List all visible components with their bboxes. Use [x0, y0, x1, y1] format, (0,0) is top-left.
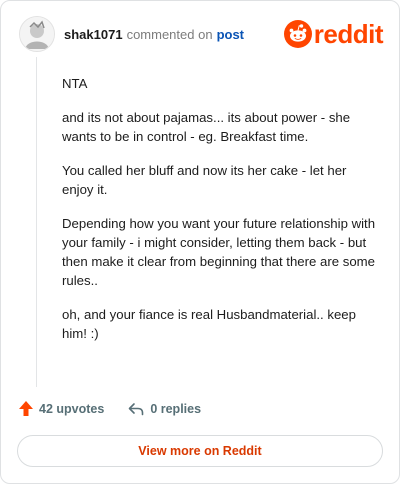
- comment-paragraph: and its not about pajamas... its about p…: [62, 110, 351, 144]
- username[interactable]: shak1071: [64, 27, 123, 42]
- reply-arrow-icon: [129, 402, 144, 415]
- reply-count: 0 replies: [150, 401, 202, 416]
- reddit-wordmark: reddit: [313, 18, 384, 49]
- avatar[interactable]: [19, 16, 55, 52]
- comment-paragraph: oh, and your fiance is real Husbandmater…: [62, 307, 356, 341]
- avatar-icon: [20, 17, 54, 51]
- comment-actions: 42 upvotes 0 replies: [19, 401, 201, 416]
- thread-line: [36, 57, 37, 387]
- upvote-arrow-icon: [19, 401, 33, 416]
- view-more-button[interactable]: View more on Reddit: [17, 435, 383, 467]
- post-link[interactable]: post: [217, 27, 244, 42]
- comment-paragraph: You called her bluff and now its her cak…: [62, 163, 347, 197]
- comment-card: shak1071 commented on post reddit NTA an…: [0, 0, 400, 484]
- action-text: commented on: [126, 26, 213, 42]
- comment-body: NTA and its not about pajamas... its abo…: [62, 74, 380, 358]
- comment-paragraph: Depending how you want your future relat…: [62, 216, 376, 288]
- reddit-snoo-icon: [283, 20, 312, 48]
- upvote-count: 42 upvotes: [39, 401, 105, 416]
- comment-paragraph: NTA: [62, 76, 88, 91]
- reddit-logo[interactable]: reddit: [283, 18, 384, 50]
- upvote-button[interactable]: 42 upvotes: [19, 401, 104, 416]
- reply-button[interactable]: 0 replies: [128, 402, 201, 416]
- comment-meta: shak1071 commented on post: [64, 27, 244, 42]
- comment-header: shak1071 commented on post reddit: [19, 15, 384, 53]
